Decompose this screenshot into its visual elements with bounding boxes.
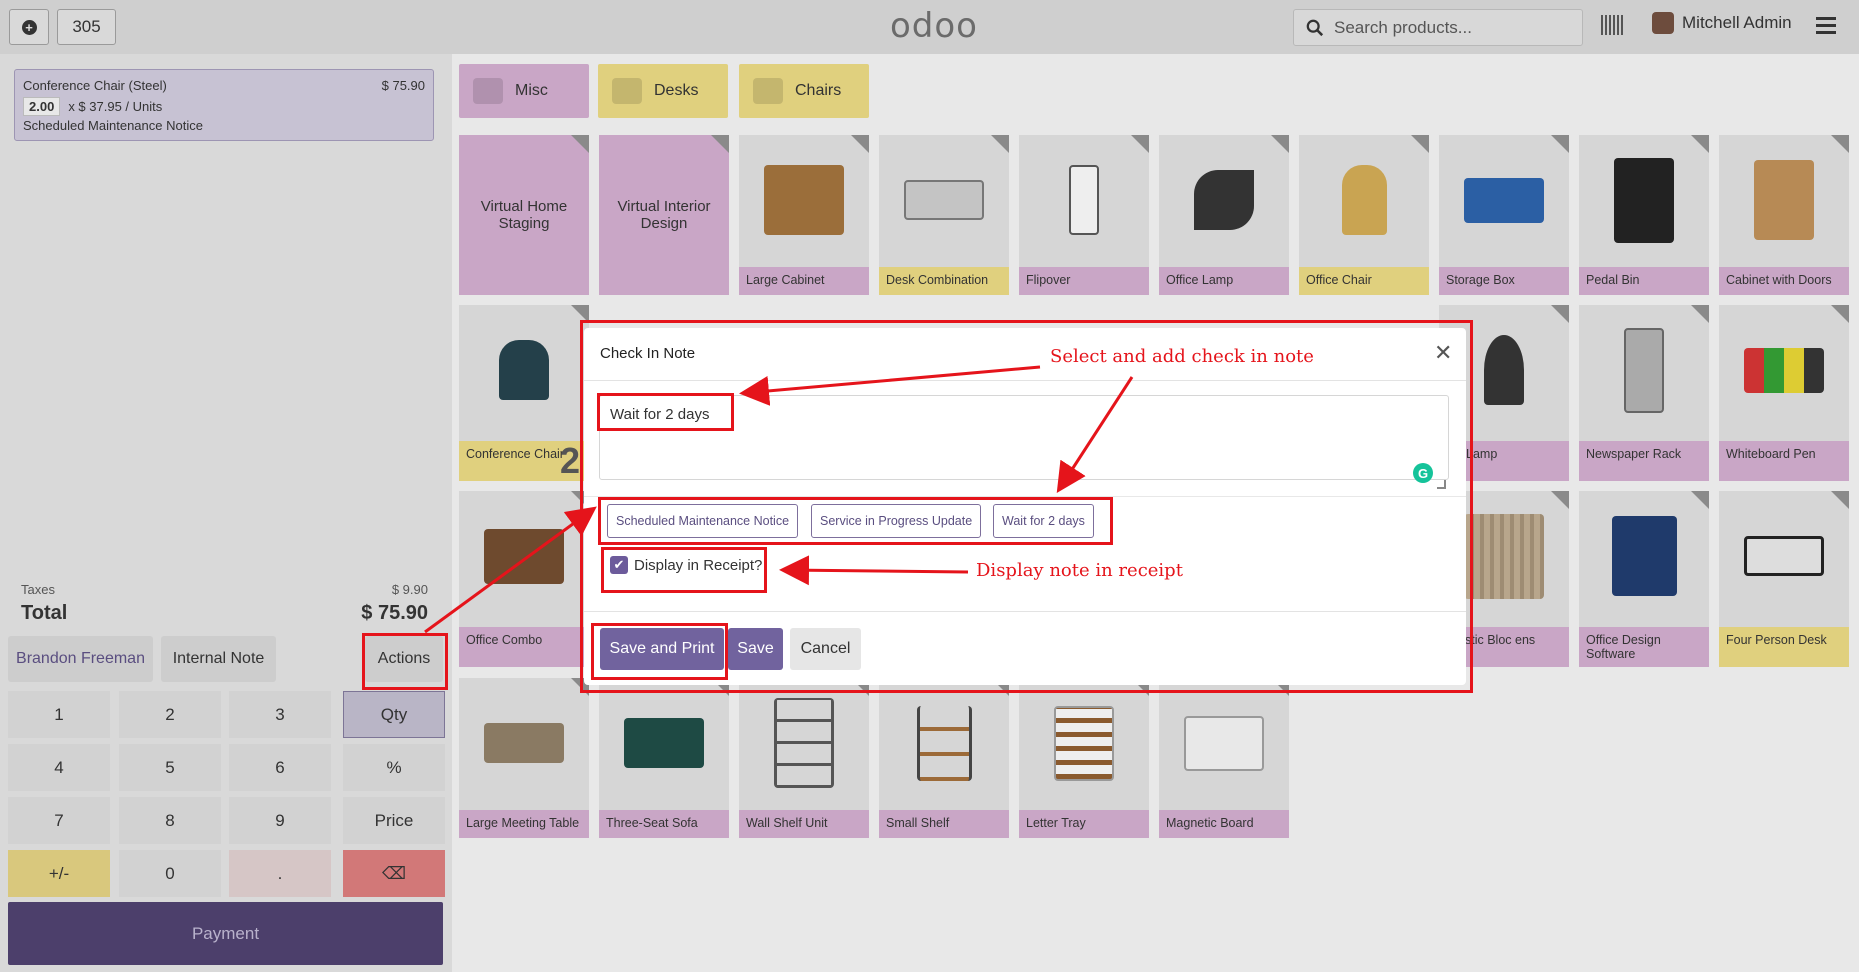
arrow-to-note bbox=[739, 365, 1041, 406]
arrow-to-checkbox bbox=[779, 555, 969, 586]
arrow-from-actions bbox=[424, 506, 597, 634]
annotation-arrows bbox=[424, 365, 1134, 634]
arrow-to-presets bbox=[1056, 376, 1134, 494]
